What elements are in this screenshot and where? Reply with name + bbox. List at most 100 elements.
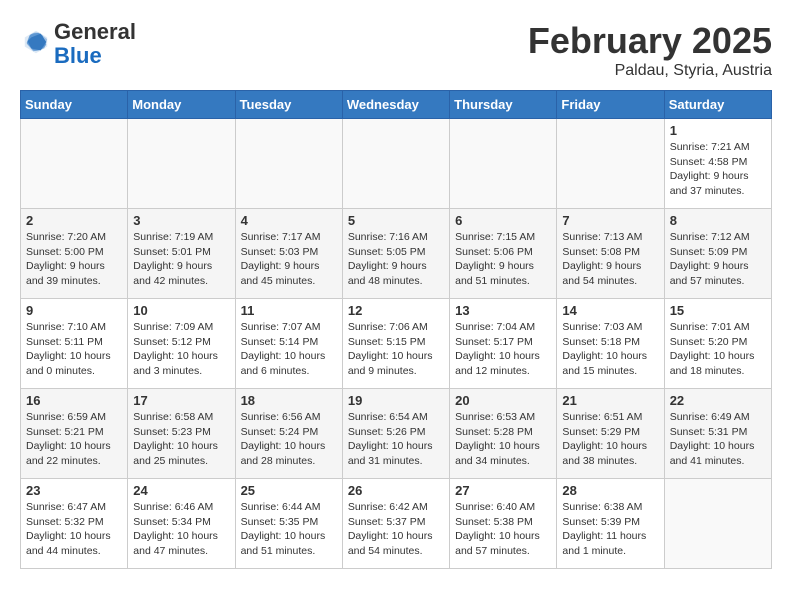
- calendar-cell: 9 Sunrise: 7:10 AM Sunset: 5:11 PM Daylig…: [21, 299, 128, 389]
- day-info: Sunrise: 7:17 AM Sunset: 5:03 PM Dayligh…: [241, 230, 337, 289]
- day-number: 2: [26, 213, 122, 228]
- calendar-cell: 14 Sunrise: 7:03 AM Sunset: 5:18 PM Dayli…: [557, 299, 664, 389]
- header-tuesday: Tuesday: [235, 91, 342, 119]
- calendar-cell: 10 Sunrise: 7:09 AM Sunset: 5:12 PM Dayli…: [128, 299, 235, 389]
- day-number: 27: [455, 483, 551, 498]
- calendar-week-row: 2Sunrise: 7:20 AM Sunset: 5:00 PM Daylig…: [21, 209, 772, 299]
- day-info: Sunrise: 7:12 AM Sunset: 5:09 PM Dayligh…: [670, 230, 766, 289]
- calendar-cell: [664, 479, 771, 569]
- day-number: 16: [26, 393, 122, 408]
- day-number: 10: [133, 303, 229, 318]
- day-number: 8: [670, 213, 766, 228]
- header-friday: Friday: [557, 91, 664, 119]
- day-number: 24: [133, 483, 229, 498]
- calendar-cell: 22 Sunrise: 6:49 AM Sunset: 5:31 PM Dayli…: [664, 389, 771, 479]
- calendar-cell: [342, 119, 449, 209]
- header-monday: Monday: [128, 91, 235, 119]
- day-number: 15: [670, 303, 766, 318]
- day-info: Sunrise: 7:13 AM Sunset: 5:08 PM Dayligh…: [562, 230, 658, 289]
- calendar-cell: 17 Sunrise: 6:58 AM Sunset: 5:23 PM Dayli…: [128, 389, 235, 479]
- calendar-cell: [128, 119, 235, 209]
- day-number: 9: [26, 303, 122, 318]
- location-title: Paldau, Styria, Austria: [528, 62, 772, 80]
- day-number: 26: [348, 483, 444, 498]
- calendar-cell: 28Sunrise: 6:38 AM Sunset: 5:39 PM Dayli…: [557, 479, 664, 569]
- calendar-cell: 12 Sunrise: 7:06 AM Sunset: 5:15 PM Dayli…: [342, 299, 449, 389]
- calendar-cell: 23Sunrise: 6:47 AM Sunset: 5:32 PM Dayli…: [21, 479, 128, 569]
- calendar-week-row: 9 Sunrise: 7:10 AM Sunset: 5:11 PM Daylig…: [21, 299, 772, 389]
- logo-icon: [22, 28, 50, 56]
- header-wednesday: Wednesday: [342, 91, 449, 119]
- day-number: 14: [562, 303, 658, 318]
- day-info: Sunrise: 7:19 AM Sunset: 5:01 PM Dayligh…: [133, 230, 229, 289]
- day-info: Sunrise: 6:46 AM Sunset: 5:34 PM Dayligh…: [133, 500, 229, 559]
- day-number: 18: [241, 393, 337, 408]
- day-number: 20: [455, 393, 551, 408]
- calendar-cell: 4 Sunrise: 7:17 AM Sunset: 5:03 PM Daylig…: [235, 209, 342, 299]
- day-info: Sunrise: 6:49 AM Sunset: 5:31 PM Dayligh…: [670, 410, 766, 469]
- calendar-cell: [235, 119, 342, 209]
- day-number: 22: [670, 393, 766, 408]
- day-info: Sunrise: 7:15 AM Sunset: 5:06 PM Dayligh…: [455, 230, 551, 289]
- calendar-cell: [21, 119, 128, 209]
- calendar-cell: 21Sunrise: 6:51 AM Sunset: 5:29 PM Dayli…: [557, 389, 664, 479]
- calendar-cell: 6 Sunrise: 7:15 AM Sunset: 5:06 PM Daylig…: [450, 209, 557, 299]
- calendar-cell: 13 Sunrise: 7:04 AM Sunset: 5:17 PM Dayli…: [450, 299, 557, 389]
- day-info: Sunrise: 6:58 AM Sunset: 5:23 PM Dayligh…: [133, 410, 229, 469]
- header-thursday: Thursday: [450, 91, 557, 119]
- calendar-cell: 19Sunrise: 6:54 AM Sunset: 5:26 PM Dayli…: [342, 389, 449, 479]
- calendar-cell: 5Sunrise: 7:16 AM Sunset: 5:05 PM Daylig…: [342, 209, 449, 299]
- day-info: Sunrise: 7:21 AM Sunset: 4:58 PM Dayligh…: [670, 140, 766, 199]
- calendar-week-row: 1 Sunrise: 7:21 AM Sunset: 4:58 PM Daylig…: [21, 119, 772, 209]
- day-number: 25: [241, 483, 337, 498]
- day-info: Sunrise: 7:06 AM Sunset: 5:15 PM Dayligh…: [348, 320, 444, 379]
- day-number: 17: [133, 393, 229, 408]
- day-number: 12: [348, 303, 444, 318]
- day-info: Sunrise: 7:04 AM Sunset: 5:17 PM Dayligh…: [455, 320, 551, 379]
- day-number: 7: [562, 213, 658, 228]
- calendar-cell: 11 Sunrise: 7:07 AM Sunset: 5:14 PM Dayli…: [235, 299, 342, 389]
- calendar-header-row: SundayMondayTuesdayWednesdayThursdayFrid…: [21, 91, 772, 119]
- header-sunday: Sunday: [21, 91, 128, 119]
- calendar-table: SundayMondayTuesdayWednesdayThursdayFrid…: [20, 90, 772, 569]
- calendar-cell: 8 Sunrise: 7:12 AM Sunset: 5:09 PM Daylig…: [664, 209, 771, 299]
- month-title: February 2025: [528, 20, 772, 62]
- day-number: 4: [241, 213, 337, 228]
- day-info: Sunrise: 6:56 AM Sunset: 5:24 PM Dayligh…: [241, 410, 337, 469]
- calendar-cell: 27Sunrise: 6:40 AM Sunset: 5:38 PM Dayli…: [450, 479, 557, 569]
- day-info: Sunrise: 6:51 AM Sunset: 5:29 PM Dayligh…: [562, 410, 658, 469]
- day-number: 3: [133, 213, 229, 228]
- day-info: Sunrise: 6:38 AM Sunset: 5:39 PM Dayligh…: [562, 500, 658, 559]
- day-info: Sunrise: 7:03 AM Sunset: 5:18 PM Dayligh…: [562, 320, 658, 379]
- calendar-cell: 2Sunrise: 7:20 AM Sunset: 5:00 PM Daylig…: [21, 209, 128, 299]
- day-info: Sunrise: 6:54 AM Sunset: 5:26 PM Dayligh…: [348, 410, 444, 469]
- calendar-cell: 1 Sunrise: 7:21 AM Sunset: 4:58 PM Daylig…: [664, 119, 771, 209]
- calendar-week-row: 16Sunrise: 6:59 AM Sunset: 5:21 PM Dayli…: [21, 389, 772, 479]
- page-header: General Blue February 2025 Paldau, Styri…: [20, 20, 772, 80]
- day-info: Sunrise: 6:53 AM Sunset: 5:28 PM Dayligh…: [455, 410, 551, 469]
- calendar-cell: [450, 119, 557, 209]
- day-info: Sunrise: 7:09 AM Sunset: 5:12 PM Dayligh…: [133, 320, 229, 379]
- day-info: Sunrise: 7:07 AM Sunset: 5:14 PM Dayligh…: [241, 320, 337, 379]
- day-info: Sunrise: 6:42 AM Sunset: 5:37 PM Dayligh…: [348, 500, 444, 559]
- logo-general-text: General: [54, 19, 136, 44]
- calendar-cell: 15 Sunrise: 7:01 AM Sunset: 5:20 PM Dayli…: [664, 299, 771, 389]
- day-info: Sunrise: 7:01 AM Sunset: 5:20 PM Dayligh…: [670, 320, 766, 379]
- calendar-cell: 16Sunrise: 6:59 AM Sunset: 5:21 PM Dayli…: [21, 389, 128, 479]
- calendar-cell: 7 Sunrise: 7:13 AM Sunset: 5:08 PM Daylig…: [557, 209, 664, 299]
- day-number: 23: [26, 483, 122, 498]
- calendar-cell: 25 Sunrise: 6:44 AM Sunset: 5:35 PM Dayli…: [235, 479, 342, 569]
- day-number: 5: [348, 213, 444, 228]
- day-number: 1: [670, 123, 766, 138]
- logo: General Blue: [20, 20, 136, 68]
- day-info: Sunrise: 6:44 AM Sunset: 5:35 PM Dayligh…: [241, 500, 337, 559]
- day-number: 11: [241, 303, 337, 318]
- day-info: Sunrise: 7:10 AM Sunset: 5:11 PM Dayligh…: [26, 320, 122, 379]
- day-number: 6: [455, 213, 551, 228]
- calendar-cell: [557, 119, 664, 209]
- logo-blue-text: Blue: [54, 43, 102, 68]
- calendar-cell: 18 Sunrise: 6:56 AM Sunset: 5:24 PM Dayli…: [235, 389, 342, 479]
- day-number: 13: [455, 303, 551, 318]
- calendar-cell: 26 Sunrise: 6:42 AM Sunset: 5:37 PM Dayli…: [342, 479, 449, 569]
- calendar-cell: 24 Sunrise: 6:46 AM Sunset: 5:34 PM Dayli…: [128, 479, 235, 569]
